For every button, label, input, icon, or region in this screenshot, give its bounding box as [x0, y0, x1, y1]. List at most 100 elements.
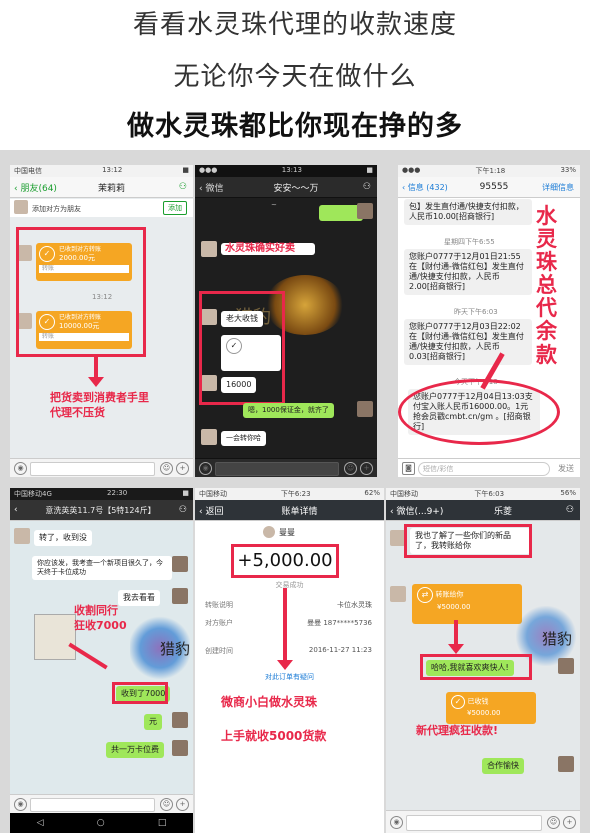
- back-button[interactable]: ‹ 微信(...9+): [386, 504, 452, 517]
- plus-icon[interactable]: +: [563, 816, 576, 829]
- android-nav-bar: ◁ ○ □: [10, 813, 193, 833]
- message-input[interactable]: [30, 462, 155, 476]
- dispute-link[interactable]: 对此订单有疑问: [195, 672, 384, 682]
- message-input[interactable]: [215, 462, 339, 476]
- nav-bar: ‹ 微信(...9+) 乐菱 ⚇: [386, 500, 580, 521]
- emoji-icon[interactable]: ☺: [160, 798, 173, 811]
- arrow-head: [88, 377, 104, 387]
- profile-icon[interactable]: ⚇: [171, 505, 193, 515]
- avatar: [357, 203, 373, 219]
- panel-wechat-group: 中国移动4G 22:30 ■ ‹ 意洗英英11.7号【5特124斤】 ⚇ 转了，收到…: [10, 488, 193, 833]
- arrow: [94, 357, 98, 379]
- message-bubble: 共一万卡位费: [106, 742, 164, 758]
- chat-title: 安安～～万: [273, 183, 319, 194]
- avatar: [390, 586, 406, 602]
- vertical-caption: 水灵珠总代余款: [536, 204, 557, 367]
- caption: 收割同行 狂收7000: [74, 604, 127, 632]
- recent-nav-icon[interactable]: □: [158, 818, 167, 828]
- avatar: [172, 712, 188, 728]
- voice-icon[interactable]: ◉: [14, 798, 27, 811]
- chat-title: 乐菱: [493, 506, 512, 517]
- input-bar: ◉ ☺ +: [195, 458, 377, 477]
- highlight-box: [16, 227, 146, 357]
- plus-icon[interactable]: +: [176, 462, 189, 475]
- sms-input[interactable]: 短信/彩信: [418, 462, 550, 476]
- highlight-box: [199, 291, 285, 405]
- detail-link[interactable]: 详细信息: [530, 182, 580, 193]
- status-bar: 中国移动 下午6:03 56%: [386, 488, 580, 500]
- avatar: [201, 429, 217, 445]
- plus-icon[interactable]: +: [176, 798, 189, 811]
- voice-icon[interactable]: ◉: [390, 816, 403, 829]
- transfer-card[interactable]: ⇄ 转账给你 ¥5000.00: [412, 584, 522, 624]
- back-nav-icon[interactable]: ◁: [37, 818, 44, 828]
- nav-bar: ‹ 返回 账单详情: [195, 500, 384, 521]
- avatar: [14, 528, 30, 544]
- headline-1: 看看水灵珠代理的收款速度: [132, 10, 457, 40]
- message-input[interactable]: [406, 815, 542, 831]
- panel-bill-detail: 中国移动 下午6:23 62% ‹ 返回 账单详情 曼曼 +5,000.00 交易成…: [195, 488, 384, 833]
- voice-icon[interactable]: ◉: [199, 462, 212, 475]
- arrow-head: [448, 644, 464, 654]
- emoji-icon[interactable]: ☺: [547, 816, 560, 829]
- send-button[interactable]: 发送: [558, 463, 574, 474]
- add-friend-button[interactable]: 添加: [163, 201, 187, 215]
- emoji-icon[interactable]: ☺: [160, 462, 173, 475]
- panel-wechat-new-agent: 中国移动 下午6:03 56% ‹ 微信(...9+) 乐菱 ⚇ 我也了解了一些你们…: [386, 488, 580, 833]
- avatar: [172, 556, 188, 572]
- received-card[interactable]: ✓ 已收钱 ¥5000.00: [446, 692, 536, 724]
- message-input[interactable]: [30, 798, 155, 812]
- sms-bubble: 您账户0777于12月03日22:02在【财付通-微信红包】发生直付通/快捷支付…: [404, 319, 532, 365]
- camera-icon[interactable]: ◙: [402, 462, 415, 475]
- receipt-photo[interactable]: [34, 614, 76, 660]
- caption: 新代理疯狂收款!: [416, 724, 499, 737]
- arrow: [283, 588, 287, 662]
- avatar: [357, 401, 373, 417]
- input-bar: ◉ ☺ +: [10, 794, 193, 813]
- back-button[interactable]: ‹ 朋友(64): [10, 181, 66, 194]
- sms-bubble: 包】发生直付通/快捷支付扣款，人民币10.00[招商银行]: [404, 199, 532, 225]
- avatar: [558, 756, 574, 772]
- plus-icon[interactable]: +: [360, 462, 373, 475]
- highlight-box: [404, 524, 532, 558]
- profile-icon[interactable]: ⚇: [341, 182, 377, 192]
- back-button[interactable]: ‹ 返回: [195, 504, 251, 517]
- message-bubble: 转了，收到没: [34, 530, 92, 546]
- message-bubble: 嗯，1000保证金，就齐了: [243, 403, 334, 418]
- back-button[interactable]: ‹ 信息 (432): [398, 182, 458, 193]
- check-icon: ✓: [451, 695, 465, 709]
- profile-icon[interactable]: ⚇: [554, 505, 580, 515]
- amount: +5,000.00: [231, 544, 339, 578]
- back-button[interactable]: ‹ 微信: [195, 181, 251, 194]
- input-bar: ◙ 短信/彩信 发送: [398, 458, 580, 477]
- status-bar: ●●● 13:13 ■: [195, 165, 377, 177]
- arrow: [454, 620, 458, 646]
- caption-1: 微商小白做水灵珠: [221, 695, 318, 709]
- transfer-icon: ⇄: [417, 587, 433, 603]
- message-bubble: 你应该发，我考查一个新项目很久了，今天终于卡位成功: [32, 556, 172, 580]
- promo-header: 看看水灵珠代理的收款速度 无论你今天在做什么 做水灵珠都比你现在挣的多: [0, 0, 590, 150]
- avatar: [14, 200, 28, 214]
- page-title: 账单详情: [281, 506, 318, 517]
- avatar: [201, 241, 217, 257]
- home-nav-icon[interactable]: ○: [97, 818, 105, 828]
- sms-bubble: 您账户0777于12月01日21:55在【财付通-微信红包】发生直付通/快捷支付…: [404, 249, 532, 295]
- avatar: [172, 740, 188, 756]
- profile-icon[interactable]: ⚇: [157, 182, 193, 192]
- panel-wechat-dark-chat: ●●●13:13■ ‹ 微信 安安～～万 ⚇ ~ 水灵珠确实好卖 猎豹 老大收钱…: [195, 165, 377, 477]
- status-bar: ●●● 下午1:18 33%: [398, 165, 580, 177]
- panel-wechat-transfers: 中国电信 13:12 ■ ‹ 朋友(64) 茉莉莉 ⚇ 添加对方为朋友 添加 ✓ 已…: [10, 165, 193, 477]
- back-button[interactable]: ‹: [10, 505, 30, 515]
- emoji-icon[interactable]: ☺: [344, 462, 357, 475]
- chat-title: 意洗英英11.7号【5特124斤】: [45, 505, 156, 515]
- highlight-oval: [398, 379, 560, 445]
- highlight-box: [112, 682, 168, 704]
- arrow-head: [277, 660, 293, 670]
- caption: 把货卖到消费者手里 代理不压货: [50, 391, 149, 419]
- avatar: [172, 588, 188, 604]
- add-friend-bar: 添加对方为朋友 添加: [10, 199, 193, 217]
- input-bar: ◉ ☺ +: [10, 458, 193, 477]
- voice-icon[interactable]: ◉: [14, 462, 27, 475]
- status-bar: 中国电信 13:12 ■: [10, 165, 193, 177]
- status: 交易成功: [275, 581, 304, 589]
